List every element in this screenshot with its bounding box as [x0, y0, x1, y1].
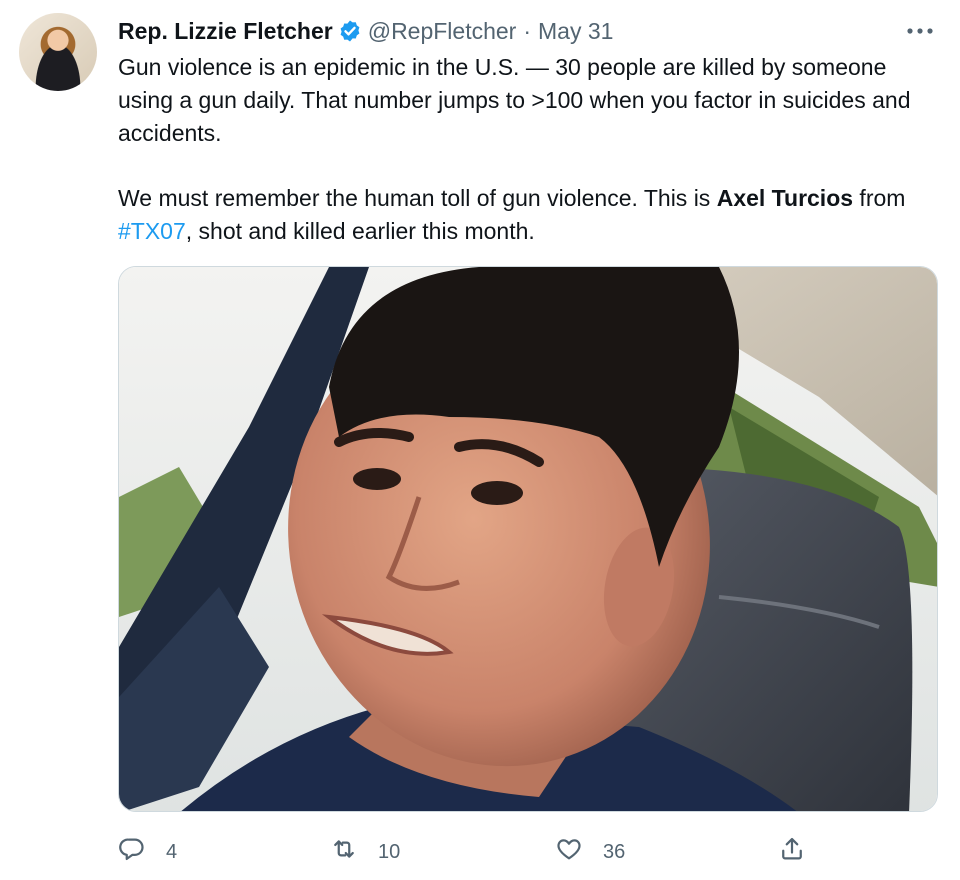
- bold-name: Axel Turcios: [716, 185, 854, 211]
- tweet-actions: 4 10 36: [118, 834, 938, 870]
- heart-icon: [555, 835, 583, 869]
- text-segment: from: [853, 185, 906, 211]
- reply-count: 4: [166, 840, 178, 863]
- like-button[interactable]: 36: [555, 834, 625, 870]
- retweet-button[interactable]: 10: [330, 834, 400, 870]
- text-segment: , shot and killed earlier this month.: [185, 218, 535, 244]
- share-icon: [778, 835, 806, 869]
- verified-badge-icon: [338, 19, 362, 43]
- like-count: 36: [603, 840, 626, 863]
- hashtag-link[interactable]: #TX07: [118, 218, 186, 244]
- tweet-date[interactable]: May 31: [538, 18, 613, 45]
- text-segment: We must remember the human toll of gun v…: [118, 185, 717, 211]
- retweet-icon: [330, 835, 358, 869]
- share-button[interactable]: [778, 834, 806, 870]
- reply-button[interactable]: 4: [118, 834, 177, 870]
- tweet-header: Rep. Lizzie Fletcher @RepFletcher · May …: [118, 16, 613, 46]
- separator-dot: ·: [523, 17, 532, 44]
- author-name[interactable]: Rep. Lizzie Fletcher: [118, 18, 333, 45]
- avatar[interactable]: [19, 13, 97, 91]
- tweet-paragraph-1: Gun violence is an epidemic in the U.S. …: [118, 54, 911, 146]
- more-options-icon[interactable]: [900, 18, 940, 44]
- reply-icon: [118, 835, 146, 869]
- retweet-count: 10: [378, 840, 401, 863]
- tweet-photo[interactable]: [118, 266, 938, 812]
- tweet-text: Gun violence is an epidemic in the U.S. …: [118, 51, 938, 248]
- author-handle[interactable]: @RepFletcher: [368, 18, 517, 45]
- tweet-paragraph-2: We must remember the human toll of gun v…: [118, 182, 938, 248]
